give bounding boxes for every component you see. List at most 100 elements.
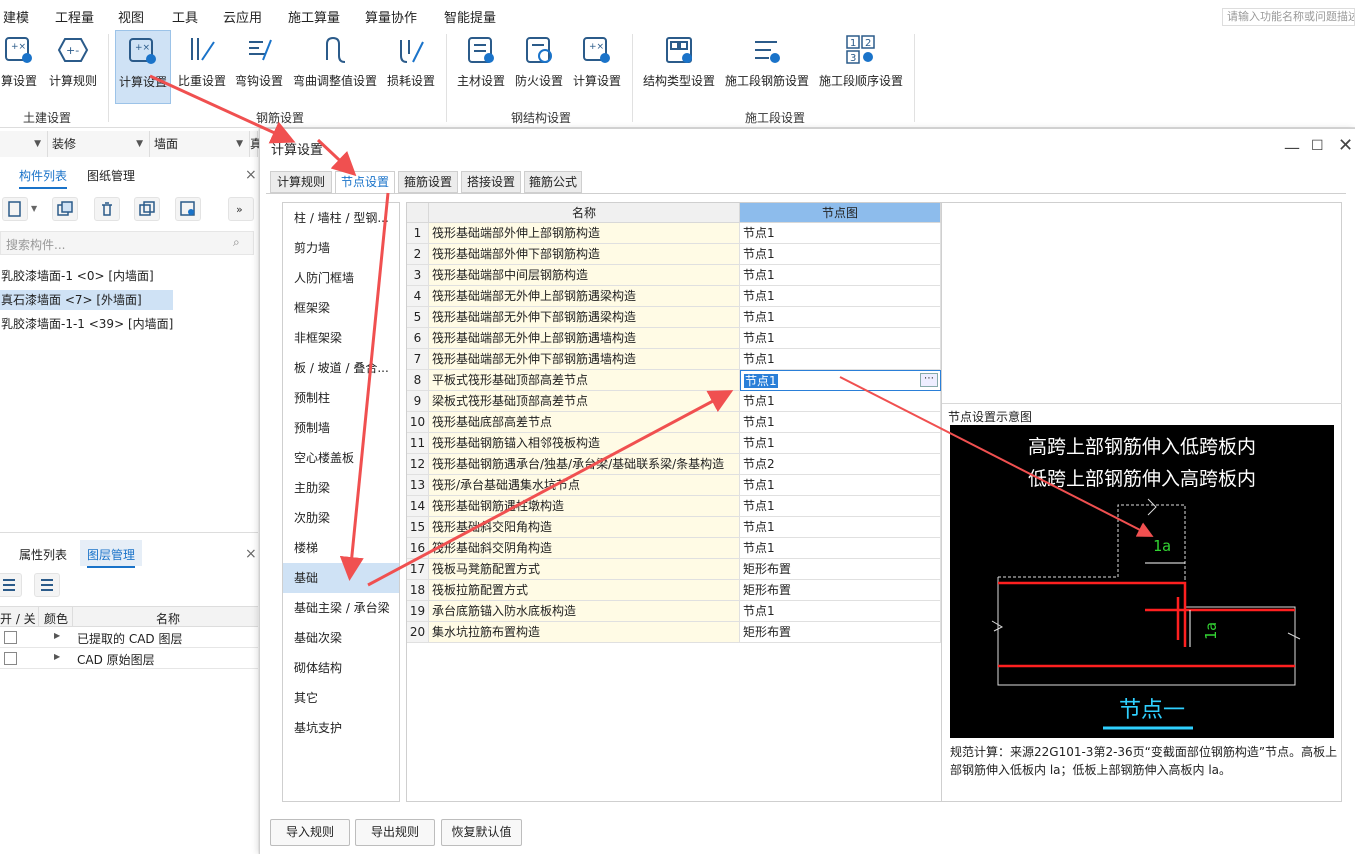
table-row[interactable]: 7 筏形基础端部无外伸下部钢筋遇墙构造 节点1 xyxy=(407,349,941,370)
row-node-value[interactable]: 矩形布置 xyxy=(740,559,941,580)
layer-visibility-checkbox[interactable] xyxy=(4,631,17,644)
category-precast-column[interactable]: 预制柱 xyxy=(283,383,399,413)
table-row[interactable]: ▶ CAD 原始图层 xyxy=(0,648,258,669)
layer-filter-icon[interactable] xyxy=(34,573,60,597)
category-foundation[interactable]: 基础 xyxy=(283,563,399,593)
table-row[interactable]: 3 筏形基础端部中间层钢筋构造 节点1 xyxy=(407,265,941,286)
structure-type-settings-button[interactable]: 结构类型设置 xyxy=(640,30,718,104)
tab-calc-rules[interactable]: 计算规则 xyxy=(270,171,332,193)
table-row[interactable]: 1 筏形基础端部外伸上部钢筋构造 节点1 xyxy=(407,223,941,244)
hook-settings-button[interactable]: 弯钩设置 xyxy=(232,30,286,104)
function-search-input[interactable]: 请输入功能名称或问题描述 xyxy=(1222,8,1355,26)
duplicate-icon[interactable] xyxy=(134,197,160,221)
import-rules-button[interactable]: 导入规则 xyxy=(270,819,350,846)
expand-more-icon[interactable]: » xyxy=(228,197,254,221)
menu-smart-extract[interactable]: 智能提量 xyxy=(444,7,496,26)
row-node-value[interactable]: 节点1 xyxy=(740,517,941,538)
tab-stirrup-settings[interactable]: 箍筋设置 xyxy=(398,171,458,193)
row-node-value[interactable]: 矩形布置 xyxy=(740,580,941,601)
table-row[interactable]: 9 梁板式筏形基础顶部高差节点 节点1 xyxy=(407,391,941,412)
tab-component-list[interactable]: 构件列表 xyxy=(19,167,68,189)
row-node-value[interactable]: 节点2 xyxy=(740,454,941,475)
row-node-value[interactable]: 节点1 xyxy=(740,286,941,307)
segment-order-settings-button[interactable]: 123 施工段顺序设置 xyxy=(817,30,905,104)
category-main-rib-beam[interactable]: 主肋梁 xyxy=(283,473,399,503)
row-node-value[interactable]: 节点1 xyxy=(740,244,941,265)
layer-visibility-checkbox[interactable] xyxy=(4,652,17,665)
loss-settings-button[interactable]: 损耗设置 xyxy=(385,30,437,104)
row-node-value[interactable]: 矩形布置 xyxy=(740,622,941,643)
expand-icon[interactable]: ▶ xyxy=(54,631,60,640)
menu-modeling[interactable]: 建模 xyxy=(3,7,29,26)
category-masonry[interactable]: 砌体结构 xyxy=(283,653,399,683)
type-combo[interactable]: 墙面 ▼ xyxy=(150,131,250,157)
menu-tools[interactable]: 工具 xyxy=(172,7,198,26)
list-item[interactable]: 乳胶漆墙面-1 <0> [内墙面] xyxy=(0,266,154,286)
row-node-value[interactable]: 节点1 xyxy=(740,265,941,286)
category-foundation-secondary-beam[interactable]: 基础次梁 xyxy=(283,623,399,653)
table-row[interactable]: 20 集水坑拉筋布置构造 矩形布置 xyxy=(407,622,941,643)
row-node-value[interactable]: 节点1 ⋯ xyxy=(740,370,941,391)
menu-view[interactable]: 视图 xyxy=(118,7,144,26)
category-foundation-main-beam[interactable]: 基础主梁 / 承台梁 xyxy=(283,593,399,623)
category-frame-beam[interactable]: 框架梁 xyxy=(283,293,399,323)
table-row[interactable]: 16 筏形基础斜交阴角构造 节点1 xyxy=(407,538,941,559)
new-component-icon[interactable] xyxy=(2,197,28,221)
table-row[interactable]: 17 筏板马凳筋配置方式 矩形布置 xyxy=(407,559,941,580)
expand-icon[interactable]: ▶ xyxy=(54,652,60,661)
copy-icon[interactable] xyxy=(52,197,78,221)
category-precast-wall[interactable]: 预制墙 xyxy=(283,413,399,443)
delete-icon[interactable] xyxy=(94,197,120,221)
list-item[interactable]: 乳胶漆墙面-1-1 <39> [内墙面] xyxy=(0,314,173,334)
row-node-value[interactable]: 节点1 xyxy=(740,475,941,496)
restore-defaults-button[interactable]: 恢复默认值 xyxy=(441,819,522,846)
table-row[interactable]: 13 筏形/承台基础遇集水坑节点 节点1 xyxy=(407,475,941,496)
category-slab-ramp[interactable]: 板 / 坡道 / 叠合... xyxy=(283,353,399,383)
category-column-wall[interactable]: 柱 / 墙柱 / 型钢... xyxy=(283,203,399,233)
minimize-icon[interactable]: — xyxy=(1284,138,1300,157)
component-search-input[interactable]: 搜索构件... ⌕ xyxy=(0,231,254,255)
category-stairs[interactable]: 楼梯 xyxy=(283,533,399,563)
ellipsis-button[interactable]: ⋯ xyxy=(920,373,938,387)
row-node-value[interactable]: 节点1 xyxy=(740,496,941,517)
menu-construction[interactable]: 施工算量 xyxy=(288,7,340,26)
table-row[interactable]: 11 筏形基础钢筋锚入相邻筏板构造 节点1 xyxy=(407,433,941,454)
segment-rebar-settings-button[interactable]: 施工段钢筋设置 xyxy=(723,30,811,104)
table-row[interactable]: 2 筏形基础端部外伸下部钢筋构造 节点1 xyxy=(407,244,941,265)
close-icon[interactable]: × xyxy=(245,167,257,183)
bend-adjust-settings-button[interactable]: 弯曲调整值设置 xyxy=(291,30,379,104)
table-row[interactable]: 12 筏形基础钢筋遇承台/独基/承台梁/基础联系梁/条基构造 节点2 xyxy=(407,454,941,475)
chevron-down-icon[interactable]: ▼ xyxy=(31,204,37,213)
tab-drawing-management[interactable]: 图纸管理 xyxy=(87,167,135,184)
fire-settings-button[interactable]: 防火设置 xyxy=(513,30,565,104)
category-combo[interactable]: 装修 ▼ xyxy=(48,131,150,157)
table-row[interactable]: 5 筏形基础端部无外伸下部钢筋遇梁构造 节点1 xyxy=(407,307,941,328)
tab-property-list[interactable]: 属性列表 xyxy=(19,546,67,563)
calc-settings-steel-button[interactable]: +× 计算设置 xyxy=(570,30,624,104)
row-node-value[interactable]: 节点1 xyxy=(740,223,941,244)
category-non-frame-beam[interactable]: 非框架梁 xyxy=(283,323,399,353)
row-node-value[interactable]: 节点1 xyxy=(740,538,941,559)
table-row[interactable]: 8 平板式筏形基础顶部高差节点 节点1 ⋯ xyxy=(407,370,941,391)
extra-combo[interactable]: 真 xyxy=(250,131,262,157)
category-pit-support[interactable]: 基坑支护 xyxy=(283,713,399,743)
tab-layer-management[interactable]: 图层管理 xyxy=(87,546,136,568)
density-settings-button[interactable]: 比重设置 xyxy=(176,30,228,104)
floor-combo[interactable]: ▼ xyxy=(0,131,48,157)
list-item[interactable]: 真石漆墙面 <7> [外墙面] xyxy=(0,290,173,310)
category-secondary-rib-beam[interactable]: 次肋梁 xyxy=(283,503,399,533)
table-row[interactable]: 19 承台底筋锚入防水底板构造 节点1 xyxy=(407,601,941,622)
export-rules-button[interactable]: 导出规则 xyxy=(355,819,435,846)
menu-cloud[interactable]: 云应用 xyxy=(223,7,262,26)
category-hollow-slab[interactable]: 空心楼盖板 xyxy=(283,443,399,473)
menu-quantity[interactable]: 工程量 xyxy=(55,7,94,26)
calc-settings-civil-button[interactable]: +× 算设置 xyxy=(0,30,42,104)
filter-icon[interactable] xyxy=(175,197,201,221)
tab-lap-settings[interactable]: 搭接设置 xyxy=(461,171,521,193)
layer-list-icon[interactable] xyxy=(0,573,22,597)
table-row[interactable]: 10 筏形基础底部高差节点 节点1 xyxy=(407,412,941,433)
category-civil-defense-door[interactable]: 人防门框墙 xyxy=(283,263,399,293)
table-row[interactable]: 14 筏形基础钢筋遇柱墩构造 节点1 xyxy=(407,496,941,517)
main-material-settings-button[interactable]: 主材设置 xyxy=(455,30,507,104)
category-shear-wall[interactable]: 剪力墙 xyxy=(283,233,399,263)
